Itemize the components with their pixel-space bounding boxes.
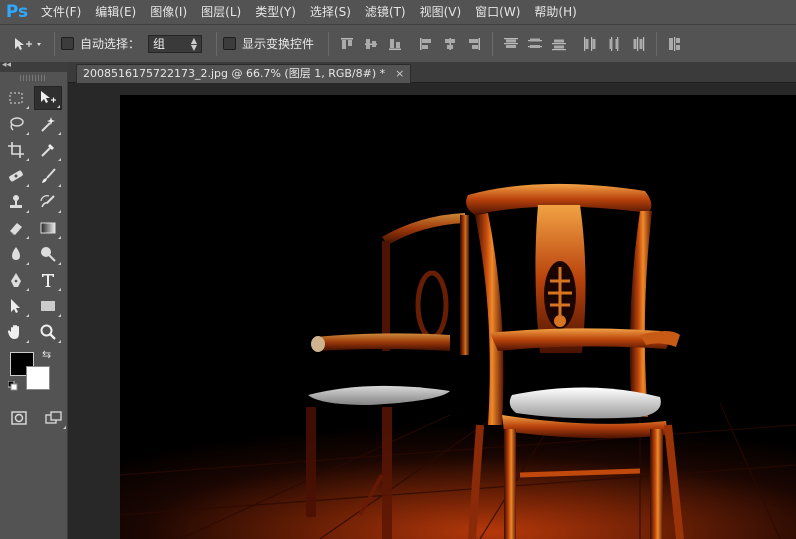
- menu-file[interactable]: 文件(F): [34, 0, 88, 24]
- crop-icon[interactable]: [2, 138, 30, 162]
- show-transform-checkbox[interactable]: [223, 37, 237, 50]
- pen-icon[interactable]: [2, 268, 30, 292]
- divider: [216, 31, 218, 56]
- distribute-left-icon[interactable]: [579, 33, 601, 55]
- align-right-icon[interactable]: [463, 33, 485, 55]
- distribute-right-icon[interactable]: [627, 33, 649, 55]
- blur-icon[interactable]: [2, 242, 30, 266]
- auto-select-checkbox[interactable]: [61, 37, 74, 50]
- auto-align-layers-icon[interactable]: [664, 33, 686, 55]
- quick-mask-icon[interactable]: [6, 406, 33, 430]
- marquee-icon[interactable]: [2, 86, 30, 110]
- document-tab-bar: 2008516175722173_2.jpg @ 66.7% (图层 1, RG…: [68, 62, 796, 83]
- panel-grip[interactable]: [20, 75, 47, 81]
- screen-mode-icon[interactable]: [41, 406, 68, 430]
- healing-brush-icon[interactable]: [2, 164, 30, 188]
- clone-stamp-icon[interactable]: [2, 190, 30, 214]
- align-bottom-icon[interactable]: [384, 33, 406, 55]
- menu-bar: Ps 文件(F) 编辑(E) 图像(I) 图层(L) 类型(Y) 选择(S) 滤…: [0, 0, 796, 24]
- close-tab-icon[interactable]: ×: [395, 65, 404, 83]
- eraser-icon[interactable]: [2, 216, 30, 240]
- updown-icon: ▲ ▼: [190, 35, 198, 52]
- eyedropper-icon[interactable]: [34, 138, 62, 162]
- document-tab-title: 2008516175722173_2.jpg @ 66.7% (图层 1, RG…: [83, 67, 386, 80]
- align-left-icon[interactable]: [415, 33, 437, 55]
- auto-select-value: 组: [153, 37, 166, 51]
- divider: [54, 31, 55, 56]
- move-tool-icon: [15, 37, 41, 50]
- menu-filter[interactable]: 滤镜(T): [358, 0, 413, 24]
- divider: [328, 31, 330, 56]
- align-top-icon[interactable]: [336, 33, 358, 55]
- menu-view[interactable]: 视图(V): [413, 0, 469, 24]
- auto-select-dropdown[interactable]: 组 ▲ ▼: [148, 34, 203, 53]
- distribute-bottom-icon[interactable]: [548, 33, 570, 55]
- tool-preset-picker[interactable]: [6, 31, 48, 57]
- divider: [492, 31, 494, 56]
- gradient-icon[interactable]: [34, 216, 62, 240]
- document-tab[interactable]: 2008516175722173_2.jpg @ 66.7% (图层 1, RG…: [76, 64, 412, 83]
- dodge-icon[interactable]: [34, 242, 62, 266]
- swap-colors-icon[interactable]: ⇆: [42, 348, 51, 361]
- document-canvas[interactable]: [120, 95, 796, 539]
- divider: [656, 31, 658, 56]
- align-hcenter-icon[interactable]: [439, 33, 461, 55]
- type-icon[interactable]: [34, 268, 62, 292]
- photoshop-logo: Ps: [5, 2, 29, 22]
- chairs-photo: [120, 95, 796, 539]
- magic-wand-icon[interactable]: [34, 112, 62, 136]
- auto-select-label: 自动选择：: [80, 37, 141, 51]
- align-vcenter-icon[interactable]: [360, 33, 382, 55]
- distribute-hcenter-icon[interactable]: [603, 33, 625, 55]
- path-select-icon[interactable]: [2, 294, 30, 318]
- show-transform-label: 显示变换控件: [242, 37, 315, 51]
- options-bar: 自动选择： 组 ▲ ▼ 显示变换控件: [0, 24, 796, 62]
- tools-panel: ◂◂ ⇆: [0, 60, 68, 539]
- move-icon[interactable]: [34, 86, 62, 110]
- collapse-icon[interactable]: ◂◂: [2, 60, 11, 70]
- default-colors-icon[interactable]: [7, 380, 18, 391]
- rectangle-icon[interactable]: [34, 294, 62, 318]
- history-brush-icon[interactable]: [34, 190, 62, 214]
- menu-edit[interactable]: 编辑(E): [88, 0, 143, 24]
- menu-layer[interactable]: 图层(L): [194, 0, 248, 24]
- distribute-top-icon[interactable]: [500, 33, 522, 55]
- menu-select[interactable]: 选择(S): [303, 0, 358, 24]
- menu-help[interactable]: 帮助(H): [527, 0, 583, 24]
- menu-type[interactable]: 类型(Y): [248, 0, 303, 24]
- hand-icon[interactable]: [2, 320, 30, 344]
- brush-icon[interactable]: [34, 164, 62, 188]
- zoom-icon[interactable]: [34, 320, 62, 344]
- lasso-icon[interactable]: [2, 112, 30, 136]
- document-area: 2008516175722173_2.jpg @ 66.7% (图层 1, RG…: [68, 62, 796, 539]
- menu-image[interactable]: 图像(I): [143, 0, 194, 24]
- background-color-swatch[interactable]: [26, 366, 50, 390]
- distribute-vcenter-icon[interactable]: [524, 33, 546, 55]
- tools-panel-header: ◂◂: [0, 60, 67, 72]
- menu-window[interactable]: 窗口(W): [468, 0, 527, 24]
- color-swatches: ⇆: [6, 348, 67, 402]
